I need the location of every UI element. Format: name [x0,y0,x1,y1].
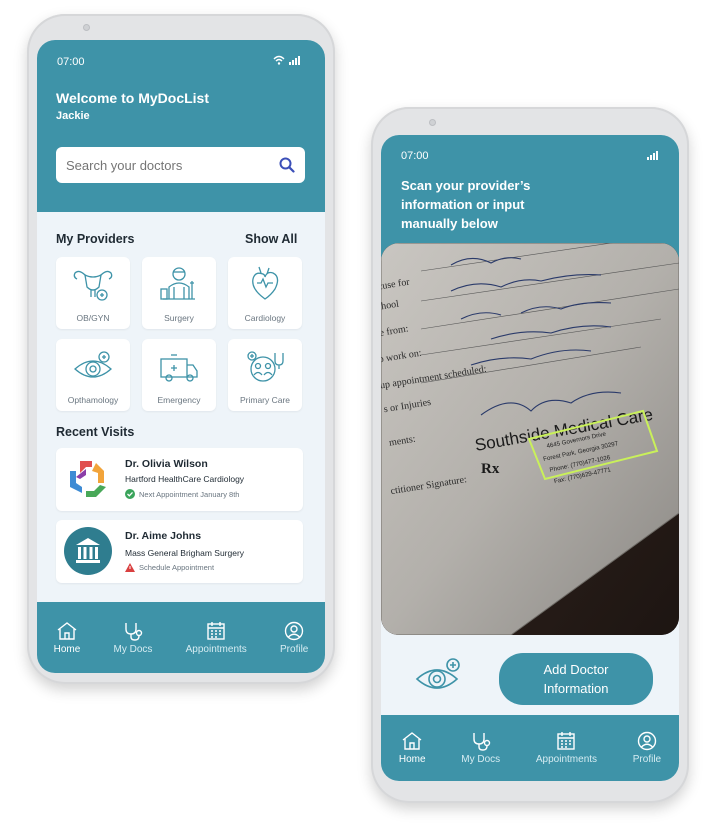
appointment-status: Next Appointment January 8th [125,489,239,499]
nav-profile[interactable]: Profile [280,621,308,655]
provider-label: Surgery [164,313,194,323]
status-time: 07:00 [57,56,85,68]
provider-label: Cardiology [244,313,286,323]
calendar-icon [207,621,225,640]
instruction-line: information or input [401,197,525,212]
doctor-name: Dr. Aime Johns [125,530,202,542]
welcome-title: Welcome to MyDocList [56,90,209,106]
warning-icon [125,563,135,572]
user-name: Jackie [56,110,90,122]
provider-tile-emergency[interactable]: Emergency [142,339,216,411]
right-phone: 07:00 Scan your provider’s information o… [371,107,689,803]
search-input[interactable] [66,157,246,173]
show-all-link[interactable]: Show All [245,232,297,246]
profile-icon [637,731,657,751]
status-icons [273,55,300,65]
eye-scan-icon[interactable] [413,653,465,699]
stethoscope-icon [473,733,490,751]
profile-icon [284,621,304,640]
home-icon [402,732,422,750]
nav-my-docs[interactable]: My Docs [113,621,153,655]
nav-profile[interactable]: Profile [633,731,661,765]
signal-icon [289,56,300,65]
status-time: 07:00 [401,150,429,162]
provider-tile-opthamology[interactable]: Opthamology [56,339,130,411]
provider-label: OB/GYN [76,313,110,323]
nav-home[interactable]: Home [399,731,426,765]
scan-screen: 07:00 Scan your provider’s information o… [381,135,679,781]
doctor-org: Hartford HealthCare Cardiology [125,474,245,484]
nav-label: Home [53,643,81,655]
nav-label: Appointments [185,643,247,655]
heart-icon [252,266,279,300]
bottom-nav: Home My Docs Appointments Profile [37,602,325,673]
ambulance-icon [160,354,198,382]
provider-label: Primary Care [239,395,291,405]
nav-appointments[interactable]: Appointments [186,621,247,655]
hartford-logo [70,461,106,497]
camera-dot [83,24,90,31]
scan-instruction: Scan your provider’s information or inpu… [401,176,530,233]
wifi-icon [273,55,285,65]
appointment-status[interactable]: Schedule Appointment [125,563,214,572]
surgeon-icon [160,267,195,300]
provider-tile-obgyn[interactable]: OB/GYN [56,257,130,329]
uterus-icon [73,270,113,301]
instruction-line: Scan your provider’s [401,178,531,193]
home-screen: 07:00 Welcome to MyDocList Jackie My Pro… [37,40,325,673]
provider-label: Opthamology [67,395,119,405]
bottom-nav: Home My Docs Appointments Profile [381,715,679,781]
family-care-icon [247,351,284,382]
visit-card-johns[interactable]: Dr. Aime Johns Mass General Brigham Surg… [56,520,303,583]
scanned-document: excuse for / school are from: to work on… [381,243,679,635]
nav-label: My Docs [113,643,153,655]
eye-icon [74,351,112,378]
provider-label: Emergency [157,395,201,405]
doctor-org: Mass General Brigham Surgery [125,548,245,558]
nav-label: Home [398,754,426,765]
nav-label: Profile [280,643,309,655]
search-icon[interactable] [279,157,295,173]
instruction-line: manually below [401,216,498,231]
providers-title: My Providers [56,232,135,246]
provider-tile-surgery[interactable]: Surgery [142,257,216,329]
check-circle-icon [125,489,135,499]
status-text: Next Appointment January 8th [139,489,240,499]
camera-dot [429,119,436,126]
mass-general-logo [64,527,112,575]
search-bar[interactable] [56,147,305,183]
provider-tile-cardiology[interactable]: Cardiology [228,257,302,329]
home-icon [57,621,77,640]
left-phone: 07:00 Welcome to MyDocList Jackie My Pro… [27,14,335,684]
calendar-icon [557,732,576,750]
provider-tile-primary-care[interactable]: Primary Care [228,339,302,411]
nav-home[interactable]: Home [53,621,81,655]
status-text: Schedule Appointment [139,563,215,572]
nav-label: Profile [632,754,662,765]
nav-label: Appointments [535,754,598,765]
button-line: Add Doctor [543,662,609,677]
camera-viewfinder[interactable]: excuse for / school are from: to work on… [381,243,679,635]
nav-appointments[interactable]: Appointments [536,731,597,765]
visit-card-wilson[interactable]: Dr. Olivia Wilson Hartford HealthCare Ca… [56,448,303,511]
nav-label: My Docs [461,754,501,765]
nav-my-docs[interactable]: My Docs [461,731,500,765]
add-doctor-button[interactable]: Add Doctor Information [499,653,653,705]
button-line: Information [543,681,609,696]
rx-symbol: Rx [481,461,500,477]
recent-title: Recent Visits [56,425,135,439]
doctor-name: Dr. Olivia Wilson [125,458,208,470]
stethoscope-icon [125,622,143,641]
signal-icon [647,151,658,160]
